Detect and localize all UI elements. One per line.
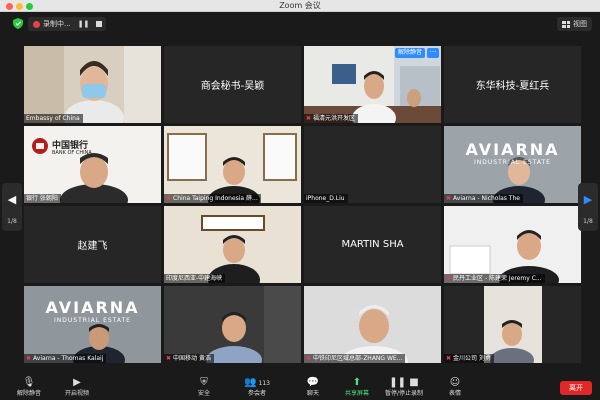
participant-name: ✖ 中铁印尼区域总部-ZHANG WE... [304, 354, 406, 363]
participant-tile[interactable]: 商会秘书-吴颖 ✖ [164, 46, 301, 123]
participant-name: iPhone_D.Liu [304, 194, 348, 203]
participant-tile[interactable]: Embassy of China [24, 46, 161, 123]
participant-video [164, 206, 301, 283]
participant-video [444, 286, 581, 363]
participant-tile[interactable]: ✖ China Taiping Indonesia 薛... [164, 126, 301, 203]
participant-name: ✖ China Taiping Indonesia 薛... [164, 194, 261, 203]
aviarna-logo-text: AVIARNA [45, 298, 140, 317]
smiley-icon: ☺ [449, 377, 461, 388]
chevron-right-icon: ▶ [583, 193, 593, 206]
page-indicator-right: 1/8 [583, 218, 593, 225]
mic-muted-icon: 🎙 [22, 377, 36, 388]
participant-tile[interactable]: 东华科技-夏红兵 [444, 46, 581, 123]
mic-muted-icon: ✖ [166, 355, 172, 362]
mic-muted-icon: ✖ [446, 195, 452, 202]
stop-recording-icon[interactable] [96, 21, 103, 27]
participant-tile[interactable]: iPhone_D.Liu [304, 126, 441, 203]
aviarna-logo-sub: INDUSTRIAL ESTATE [54, 317, 131, 324]
mic-muted-icon: ✖ [446, 275, 452, 282]
bank-logo-en: BANK OF CHINA [52, 150, 92, 156]
recording-label: 录制中... [43, 20, 71, 28]
window-titlebar: Zoom 会议 [0, 0, 600, 12]
record-icon [33, 20, 40, 28]
participant-tile[interactable]: 赵建飞 [24, 206, 161, 283]
view-button[interactable]: 视图 [557, 17, 592, 31]
participant-center-name: 赵建飞 [77, 241, 108, 252]
mic-muted-icon: ✖ [166, 195, 172, 202]
recording-indicator: 录制中... ❚❚ [28, 17, 106, 31]
mic-muted-icon: ✖ [26, 355, 32, 362]
share-screen-button[interactable]: ⬆ 共享屏幕 [336, 377, 378, 398]
meeting-toolbar: 🎙 解除静音 ▶ 开启视频 ⛨ 安全 👥 113 参会者 💬 聊天 ⬆ 共享屏幕 … [0, 375, 600, 400]
participant-name: ✖ Aviarna - Thomas Kalaij [24, 354, 107, 363]
unmute-button[interactable]: 🎙 解除静音 [8, 377, 50, 398]
participant-center-name: MARTIN SHA [341, 239, 404, 250]
participant-name: ✖ Aviarna - Nicholas The [444, 194, 523, 203]
next-page-button[interactable]: ▶ 1/8 [578, 183, 598, 231]
participant-video [444, 206, 581, 283]
mic-muted-icon: ✖ [446, 355, 452, 362]
participant-tile[interactable]: ✖ 金川公司 刘勇 [444, 286, 581, 363]
window-title: Zoom 会议 [279, 1, 321, 10]
video-off-icon: ▶ [73, 377, 81, 388]
participant-center-name: 商会秘书-吴颖 [200, 81, 265, 92]
leave-meeting-button[interactable]: 离开 [560, 381, 592, 395]
more-options-button[interactable]: ··· [427, 48, 439, 58]
participant-tile-active-speaker[interactable]: 中国银行 BANK OF CHINA 银行 张朝阳 [24, 126, 161, 203]
participant-video [164, 126, 301, 203]
participant-tile[interactable]: ✖ 中铁印尼区域总部-ZHANG WE... [304, 286, 441, 363]
reactions-button[interactable]: ☺ 表情 [434, 377, 476, 398]
participants-button[interactable]: 👥 113 参会者 [236, 377, 278, 398]
participants-icon: 👥 113 [244, 377, 270, 388]
participant-tile[interactable]: MARTIN SHA ✖ [304, 206, 441, 283]
chevron-left-icon: ◀ [7, 193, 17, 206]
unmute-participant-button[interactable]: 解除静音 [394, 48, 425, 58]
participant-video [24, 46, 161, 123]
chat-icon: 💬 [306, 377, 320, 388]
mic-muted-icon: ✖ [306, 355, 312, 362]
gallery-view: Embassy of China 商会秘书-吴颖 ✖ 解除静音 ··· ✖福清元… [24, 46, 581, 364]
participant-name: ✖ 中国移动 黄浩 [164, 354, 214, 363]
participant-name: ✖ 金川公司 刘勇 [444, 354, 494, 363]
participant-tile[interactable]: AVIARNA INDUSTRIAL ESTATE ✖ Aviarna - Tho… [24, 286, 161, 363]
aviarna-logo-text: AVIARNA [465, 140, 560, 159]
grid-view-icon [562, 20, 570, 28]
participant-tile[interactable]: 印度尼西亚-中建海峡 [164, 206, 301, 283]
participant-tile[interactable]: AVIARNA INDUSTRIAL ESTATE ✖ Aviarna - Nic… [444, 126, 581, 203]
participant-tile[interactable]: ✖ 民丹工业区 - 陈建荣 Jeremy C... [444, 206, 581, 283]
share-screen-icon: ⬆ [352, 377, 362, 388]
shield-icon[interactable] [13, 18, 23, 29]
participant-center-name: 东华科技-夏红兵 [475, 81, 550, 92]
chat-button[interactable]: 💬 聊天 [292, 377, 334, 398]
participant-video [304, 286, 441, 363]
participants-count: 113 [258, 380, 270, 387]
participant-video [164, 286, 301, 363]
start-video-button[interactable]: ▶ 开启视频 [56, 377, 98, 398]
pause-stop-icon: ❚❚ ■ [389, 377, 419, 388]
participant-name: 银行 张朝阳 [24, 194, 61, 203]
participant-video [24, 126, 161, 203]
pause-recording-icon[interactable]: ❚❚ [78, 20, 90, 28]
mic-muted-icon: ✖ [306, 115, 312, 122]
participant-name: ✖ 福清元洪开发区 [304, 114, 359, 123]
meeting-topbar: 录制中... ❚❚ 视图 [0, 12, 600, 36]
participant-name: 印度尼西亚-中建海峡 [164, 274, 226, 283]
shield-icon: ⛨ [200, 377, 208, 388]
security-button[interactable]: ⛨ 安全 [183, 377, 225, 398]
view-label: 视图 [573, 20, 587, 28]
aviarna-logo-sub: INDUSTRIAL ESTATE [474, 159, 551, 166]
previous-page-button[interactable]: ◀ 1/8 [2, 183, 22, 231]
participant-tile[interactable]: 解除静音 ··· ✖ 福清元洪开发区 [304, 46, 441, 123]
participant-name: Embassy of China [24, 114, 83, 123]
pause-stop-recording-button[interactable]: ❚❚ ■ 暂停/停止录制 [380, 377, 428, 398]
page-indicator-left: 1/8 [7, 218, 17, 225]
participant-name: ✖ 民丹工业区 - 陈建荣 Jeremy C... [444, 274, 545, 283]
participant-tile[interactable]: ✖ 中国移动 黄浩 [164, 286, 301, 363]
